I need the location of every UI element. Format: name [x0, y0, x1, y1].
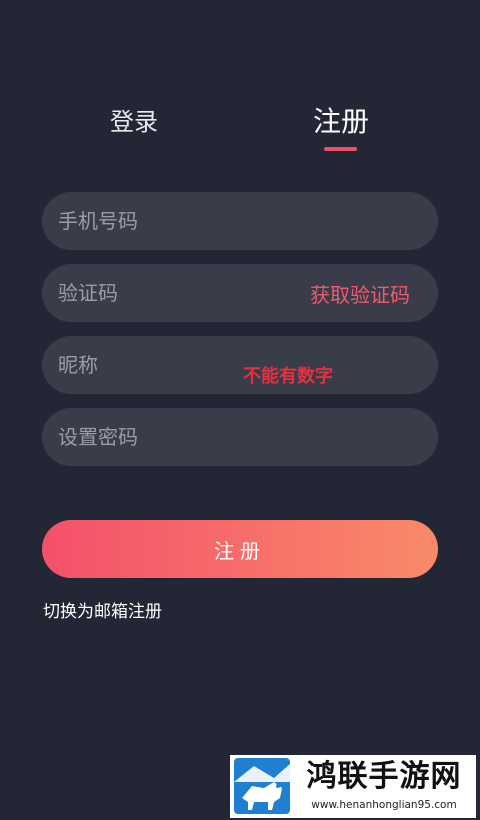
register-button[interactable]: 注册 — [42, 520, 438, 578]
tab-login[interactable]: 登录 — [90, 102, 178, 142]
get-code-button[interactable]: 获取验证码 — [310, 264, 410, 322]
tab-register[interactable]: 注册 — [296, 102, 386, 142]
phone-input[interactable] — [58, 192, 298, 250]
password-input[interactable] — [58, 408, 298, 466]
watermark-url: www.henanhonglian95.com — [311, 799, 457, 811]
switch-to-email-link[interactable]: 切换为邮箱注册 — [43, 600, 162, 624]
site-watermark: 鸿联手游网 www.henanhonglian95.com — [230, 755, 476, 818]
active-tab-indicator — [324, 147, 357, 151]
nickname-field — [42, 336, 438, 394]
phone-field — [42, 192, 438, 250]
nickname-annotation: 不能有数字 — [243, 366, 333, 387]
site-logo-icon — [234, 758, 290, 814]
code-input[interactable] — [58, 264, 298, 322]
code-field: 获取验证码 — [42, 264, 438, 322]
watermark-title: 鸿联手游网 — [306, 759, 462, 794]
password-field — [42, 408, 438, 466]
